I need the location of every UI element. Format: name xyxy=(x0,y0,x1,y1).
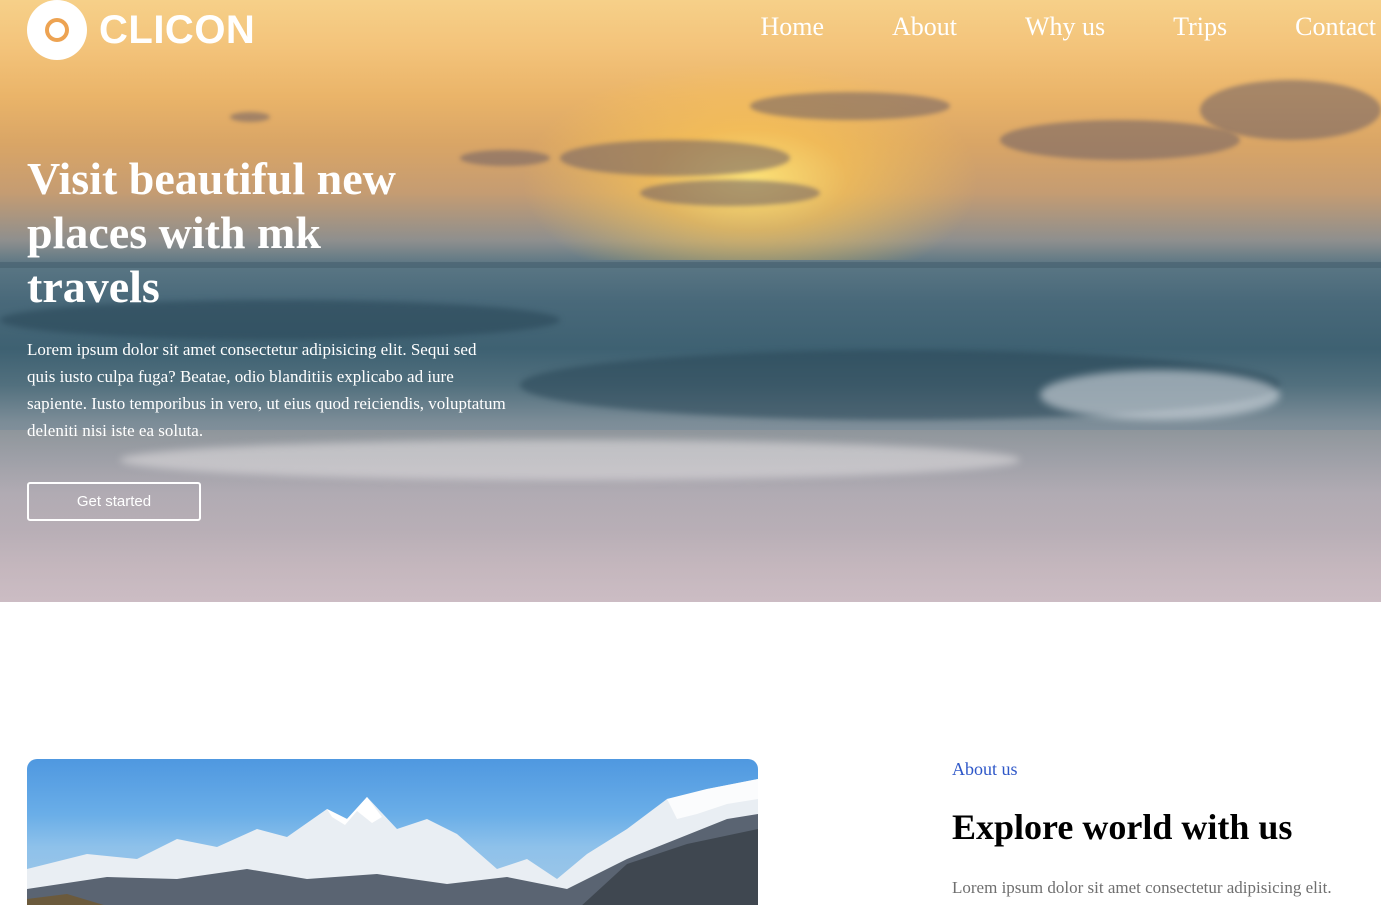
hero-banner: CLICON Home About Why us Trips Contact V… xyxy=(0,0,1381,602)
cloud xyxy=(460,150,550,166)
mountain-illustration xyxy=(27,779,758,905)
cloud xyxy=(230,112,270,122)
brand-name: CLICON xyxy=(99,7,256,52)
hero-description: Lorem ipsum dolor sit amet consectetur a… xyxy=(27,340,506,440)
nav-item-about[interactable]: About xyxy=(892,12,957,42)
get-started-button[interactable]: Get started xyxy=(27,482,201,521)
hero-title: Visit beautiful new places with mk trave… xyxy=(27,153,396,312)
logo-icon xyxy=(27,0,87,60)
nav-item-home[interactable]: Home xyxy=(760,12,824,42)
sand-shimmer xyxy=(0,430,1381,602)
cloud xyxy=(640,180,820,206)
about-kicker[interactable]: About us xyxy=(952,759,1018,780)
main-nav: Home About Why us Trips Contact xyxy=(692,12,1376,42)
nav-item-contact[interactable]: Contact xyxy=(1295,12,1376,42)
about-text: Lorem ipsum dolor sit amet consectetur a… xyxy=(952,878,1332,897)
about-title: Explore world with us xyxy=(952,807,1293,847)
cloud xyxy=(1000,120,1240,160)
wave-foam xyxy=(1040,370,1280,420)
nav-item-why-us[interactable]: Why us xyxy=(1025,12,1105,42)
cloud xyxy=(750,92,950,120)
about-image xyxy=(27,759,758,905)
cloud xyxy=(560,140,790,176)
brand-logo[interactable]: CLICON xyxy=(27,0,255,60)
nav-item-trips[interactable]: Trips xyxy=(1173,12,1227,42)
